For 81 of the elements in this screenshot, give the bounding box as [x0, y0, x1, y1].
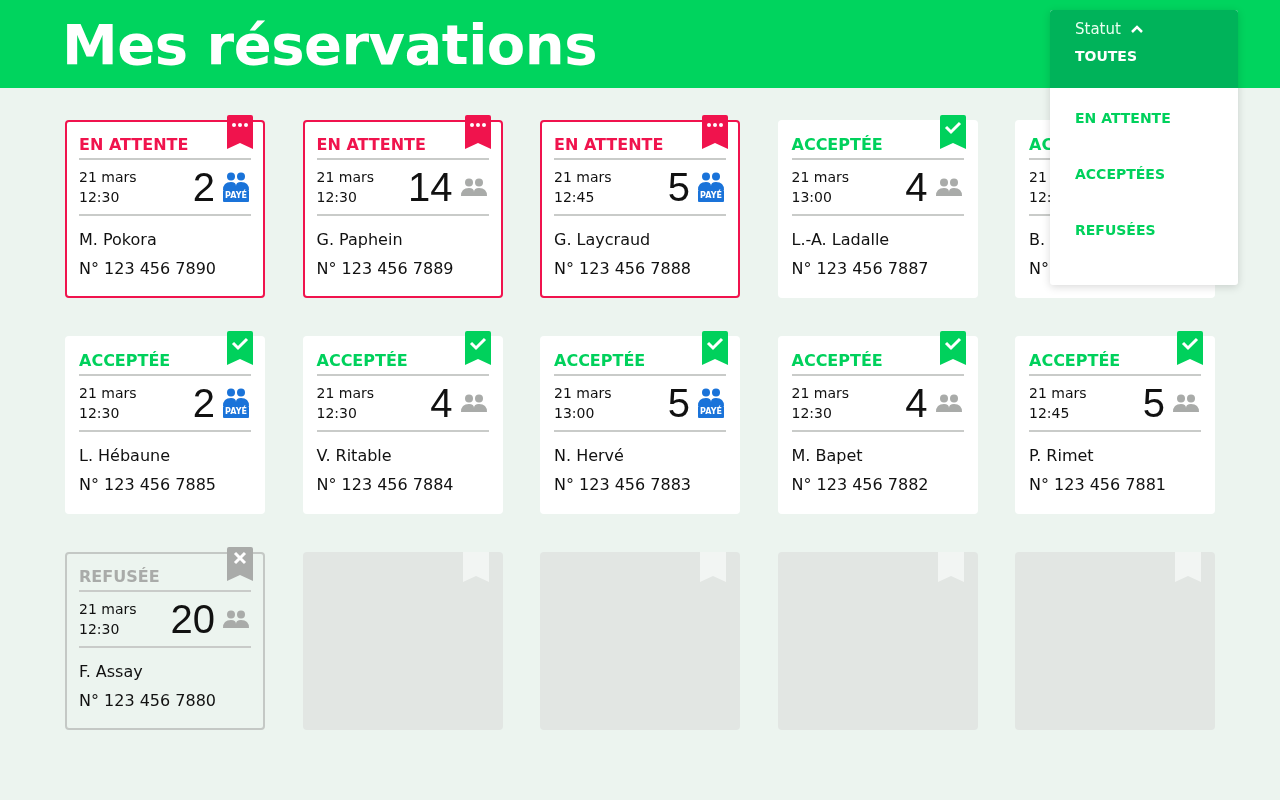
bookmark-icon	[939, 331, 966, 365]
date-time: 21 12:	[1029, 168, 1052, 207]
date-time: 21 mars 12:30	[79, 384, 137, 423]
status-label: ACCEPTÉE	[554, 350, 647, 372]
customer-name: M. Pokora	[79, 230, 158, 249]
guest-count: 5	[667, 380, 690, 426]
guest-count: 2	[192, 380, 215, 426]
people-icon	[934, 394, 963, 412]
bookmark-icon	[227, 115, 253, 149]
customer-name: V. Ritable	[316, 446, 393, 465]
date-time: 21 mars 12:30	[316, 384, 375, 423]
date-time: 21 mars 12:30	[316, 168, 375, 207]
status-label: EN ATTENTE	[79, 134, 190, 156]
people-icon	[934, 178, 963, 196]
people-icon	[1172, 394, 1200, 412]
bookmark-icon	[702, 331, 728, 365]
people-icon	[697, 388, 725, 406]
customer-name: L.-A. Ladalle	[791, 230, 891, 249]
date-time: 21 mars 12:30	[79, 168, 137, 207]
guest-count: 4	[905, 380, 928, 426]
paid-badge: PAYÉ	[698, 190, 724, 202]
people-icon	[222, 388, 250, 406]
status-label: REFUSÉE	[79, 566, 161, 588]
date-time: 21 mars 13:00	[791, 168, 850, 207]
people-icon	[222, 172, 250, 190]
customer-name: F. Assay	[79, 662, 144, 681]
paid-badge: PAYÉ	[223, 406, 249, 418]
status-label: ACCEPTÉE	[316, 350, 409, 372]
status-label: ACCEPTÉE	[791, 350, 884, 372]
bookmark-icon	[227, 331, 253, 365]
phone-number: N°	[1029, 259, 1050, 278]
customer-name: G. Paphein	[316, 230, 404, 249]
page-title: Mes réservations	[62, 11, 597, 77]
chevron-icon[interactable]	[1130, 25, 1143, 33]
phone-number: N° 123 456 7888	[554, 259, 693, 278]
phone-number: N° 123 456 7890	[79, 259, 218, 278]
date-time: 21 mars 12:30	[791, 384, 850, 423]
guest-count: 5	[1142, 380, 1165, 426]
customer-name: G. Laycraud	[554, 230, 652, 249]
customer-name: P. Rimet	[1029, 446, 1095, 465]
phone-number: N° 123 456 7882	[791, 475, 930, 494]
status-label: ACCEPTÉE	[1029, 350, 1122, 372]
bookmark-icon	[227, 547, 253, 581]
bookmark-icon	[464, 331, 491, 365]
bookmark-icon	[464, 115, 491, 149]
selected-option: TOUTES	[1075, 48, 1238, 64]
people-icon	[222, 610, 250, 628]
paid-badge: PAYÉ	[223, 190, 249, 202]
phone-number: N° 123 456 7883	[554, 475, 693, 494]
phone-number: N° 123 456 7881	[1029, 475, 1168, 494]
bookmark-icon	[702, 115, 728, 149]
customer-name: N. Hervé	[554, 446, 625, 465]
status-label: ACCEPTÉE	[79, 350, 172, 372]
status-label: EN ATTENTE	[316, 134, 427, 156]
guest-count: 4	[905, 164, 928, 210]
guest-count: 14	[408, 164, 453, 210]
phone-number: N° 123 456 7889	[316, 259, 455, 278]
status-label: ACCEPTÉE	[791, 134, 884, 156]
phone-number: N° 123 456 7885	[79, 475, 218, 494]
phone-number: N° 123 456 7884	[316, 475, 455, 494]
date-time: 21 mars 12:45	[554, 168, 612, 207]
phone-number: N° 123 456 7880	[79, 691, 218, 710]
customer-name: L. Hébaune	[79, 446, 172, 465]
status-label: EN ATTENTE	[554, 134, 665, 156]
filter-label: Statut	[1075, 20, 1121, 38]
customer-name: M. Bapet	[791, 446, 864, 465]
people-icon	[459, 394, 488, 412]
guest-count: 4	[430, 380, 453, 426]
people-icon	[697, 172, 725, 190]
bookmark-icon	[939, 115, 966, 149]
guest-count: 2	[192, 164, 215, 210]
date-time: 21 mars 12:30	[79, 600, 137, 639]
guest-count: 20	[170, 596, 215, 642]
bookmark-icon	[1177, 331, 1203, 365]
paid-badge: PAYÉ	[698, 406, 724, 418]
people-icon	[459, 178, 488, 196]
customer-name: B.	[1029, 230, 1047, 249]
date-time: 21 mars 13:00	[554, 384, 612, 423]
guest-count: 5	[667, 164, 690, 210]
date-time: 21 mars 12:45	[1029, 384, 1087, 423]
phone-number: N° 123 456 7887	[791, 259, 930, 278]
